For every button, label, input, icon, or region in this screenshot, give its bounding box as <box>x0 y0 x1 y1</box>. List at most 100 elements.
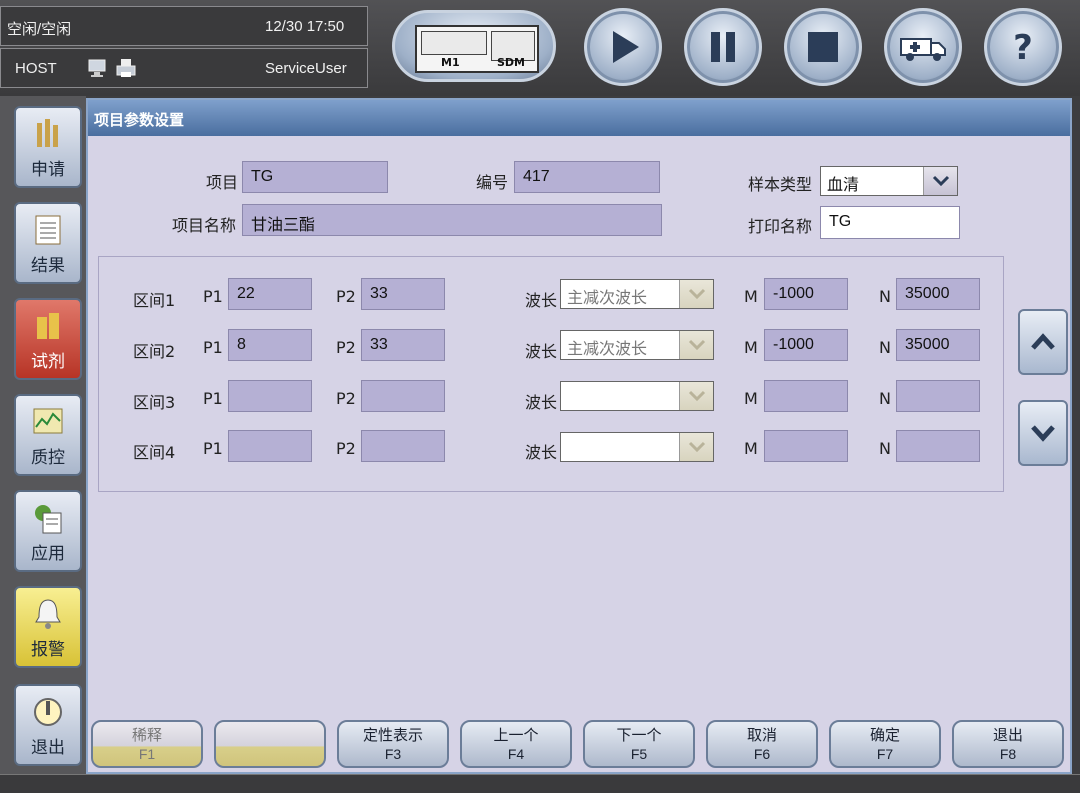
p1-field[interactable] <box>228 430 312 462</box>
emergency-button[interactable] <box>884 8 962 86</box>
n-label: N <box>879 287 891 306</box>
confirm-f7-button[interactable]: 确定 F7 <box>829 720 941 768</box>
nav-reagent[interactable]: 试剂 <box>14 298 82 380</box>
wavelength-select[interactable] <box>560 381 714 411</box>
start-button[interactable] <box>584 8 662 86</box>
p2-label: P2 <box>336 287 356 306</box>
sample-type-select[interactable]: 血清 <box>820 166 958 196</box>
nav-reagent-label: 试剂 <box>31 352 65 372</box>
p2-field[interactable]: 33 <box>361 329 445 361</box>
previous-f4-button[interactable]: 上一个 F4 <box>460 720 572 768</box>
cancel-f6-button[interactable]: 取消 F6 <box>706 720 818 768</box>
wavelength-value: 主减次波长 <box>567 339 648 358</box>
stop-button[interactable] <box>784 8 862 86</box>
n-field[interactable]: 35000 <box>896 329 980 361</box>
fkey-label: 稀释 <box>131 726 162 744</box>
item-parameter-panel: 项目参数设置 项目 TG 编号 417 样本类型 血清 项目名称 甘油三酯 打印… <box>86 98 1072 774</box>
fkey-label: 取消 <box>746 726 777 744</box>
range-row-label: 区间3 <box>133 393 176 412</box>
m-field[interactable]: -1000 <box>764 329 848 361</box>
fkey-shortcut: F6 <box>753 746 771 762</box>
wavelength-label: 波长 <box>525 291 558 310</box>
n-label: N <box>879 338 891 357</box>
wavelength-value: 主减次波长 <box>567 288 648 307</box>
item-field[interactable]: TG <box>242 161 388 193</box>
reagent-icon <box>37 313 59 339</box>
nav-alarm[interactable]: 报警 <box>14 586 82 668</box>
p1-label: P1 <box>203 338 223 357</box>
chevron-down-icon[interactable] <box>679 382 713 410</box>
chevron-down-icon[interactable] <box>923 167 957 195</box>
module-m1-label: M1 <box>441 56 460 69</box>
item-label: 项目 <box>206 173 239 192</box>
bell-icon <box>35 599 61 629</box>
next-f5-button[interactable]: 下一个 F5 <box>583 720 695 768</box>
user-label: ServiceUser <box>265 60 347 77</box>
nav-request-label: 申请 <box>31 160 65 180</box>
chevron-down-icon[interactable] <box>679 433 713 461</box>
p1-field[interactable]: 22 <box>228 278 312 310</box>
svg-text:?: ? <box>1013 28 1033 67</box>
blank-f2-button[interactable] <box>214 720 326 768</box>
datetime: 12/30 17:50 <box>265 18 345 35</box>
wavelength-select[interactable] <box>560 432 714 462</box>
p2-label: P2 <box>336 389 356 408</box>
range-row-label: 区间4 <box>133 443 176 462</box>
p2-field[interactable] <box>361 430 445 462</box>
module-status-button[interactable]: M1 SDM <box>392 10 556 82</box>
scroll-down-button[interactable] <box>1018 400 1068 466</box>
p2-label: P2 <box>336 439 356 458</box>
nav-exit[interactable]: 退出 <box>14 684 82 766</box>
p2-field[interactable] <box>361 380 445 412</box>
number-field[interactable]: 417 <box>514 161 660 193</box>
scroll-up-button[interactable] <box>1018 309 1068 375</box>
p1-field[interactable] <box>228 380 312 412</box>
pause-icon <box>711 32 735 62</box>
fkey-shortcut: F1 <box>138 746 156 762</box>
nav-request[interactable]: 申请 <box>14 106 82 188</box>
nav-qc-label: 质控 <box>31 448 65 468</box>
bottom-strip <box>0 774 1080 793</box>
p2-label: P2 <box>336 338 356 357</box>
wavelength-label: 波长 <box>525 342 558 361</box>
p2-field[interactable]: 33 <box>361 278 445 310</box>
n-field[interactable]: 35000 <box>896 278 980 310</box>
m-field[interactable] <box>764 430 848 462</box>
m-field[interactable] <box>764 380 848 412</box>
status-bar: 空闲/空闲 12/30 17:50 <box>0 6 368 46</box>
sample-type-label: 样本类型 <box>748 175 813 194</box>
nav-application[interactable]: 应用 <box>14 490 82 572</box>
wavelength-select[interactable]: 主减次波长 <box>560 330 714 360</box>
chevron-down-icon[interactable] <box>679 280 713 308</box>
print-name-label: 打印名称 <box>748 217 813 236</box>
wavelength-select[interactable]: 主减次波长 <box>560 279 714 309</box>
print-name-field[interactable]: TG <box>820 206 960 239</box>
n-label: N <box>879 439 891 458</box>
question-icon: ? <box>1013 28 1033 67</box>
p1-label: P1 <box>203 389 223 408</box>
range-row-label: 区间1 <box>133 291 176 310</box>
p1-label: P1 <box>203 439 223 458</box>
help-button[interactable]: ? <box>984 8 1062 86</box>
pause-button[interactable] <box>684 8 762 86</box>
m-field[interactable]: -1000 <box>764 278 848 310</box>
item-name-label: 项目名称 <box>172 216 237 235</box>
p1-label: P1 <box>203 287 223 306</box>
p1-field[interactable]: 8 <box>228 329 312 361</box>
qc-chart-icon <box>33 408 63 434</box>
n-field[interactable] <box>896 380 980 412</box>
exit-f8-button[interactable]: 退出 F8 <box>952 720 1064 768</box>
chevron-down-icon[interactable] <box>679 331 713 359</box>
results-icon <box>35 215 61 245</box>
item-name-field[interactable]: 甘油三酯 <box>242 204 662 236</box>
number-label: 编号 <box>476 173 509 192</box>
qualitative-f3-button[interactable]: 定性表示 F3 <box>337 720 449 768</box>
fkey-shortcut: F7 <box>876 746 894 762</box>
nav-qc[interactable]: 质控 <box>14 394 82 476</box>
application-icon <box>35 505 62 534</box>
n-label: N <box>879 389 891 408</box>
dilution-f1-button[interactable]: 稀释 F1 <box>91 720 203 768</box>
nav-alarm-label: 报警 <box>31 640 65 660</box>
n-field[interactable] <box>896 430 980 462</box>
nav-results[interactable]: 结果 <box>14 202 82 284</box>
